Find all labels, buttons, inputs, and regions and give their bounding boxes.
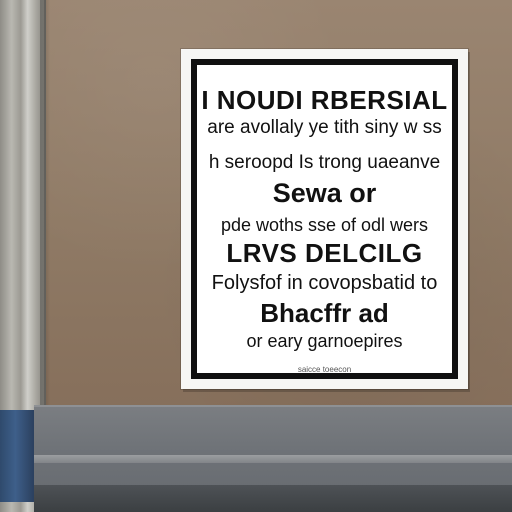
sign-line-3: h seroopd Is trong uaeanve xyxy=(208,152,441,173)
sign-line-1: I NOUDI RBERSIAL xyxy=(201,85,448,115)
sign-border: I NOUDI RBERSIAL are avollaly ye tith si… xyxy=(191,59,458,379)
sign-line-2: are avollaly ye tith siny w ss xyxy=(207,117,442,138)
sign-line-7: Folysfof in covopsbatid to xyxy=(211,272,438,294)
sign-line-6: LRVS DELCILG xyxy=(226,238,423,268)
blue-pipe-base xyxy=(0,410,36,502)
sign-line-4: Sewa or xyxy=(272,178,377,208)
sign-line-5: pde woths sse of odl wers xyxy=(220,215,429,235)
baseboard-stripe xyxy=(34,455,512,463)
sign-footer-text: saicce toeecon xyxy=(297,365,352,374)
sign-line-8: Bhacffr ad xyxy=(260,298,389,328)
ground xyxy=(34,485,512,512)
posted-sign: I NOUDI RBERSIAL are avollaly ye tith si… xyxy=(181,49,468,389)
sign-line-9: or eary garnoepires xyxy=(246,331,403,351)
